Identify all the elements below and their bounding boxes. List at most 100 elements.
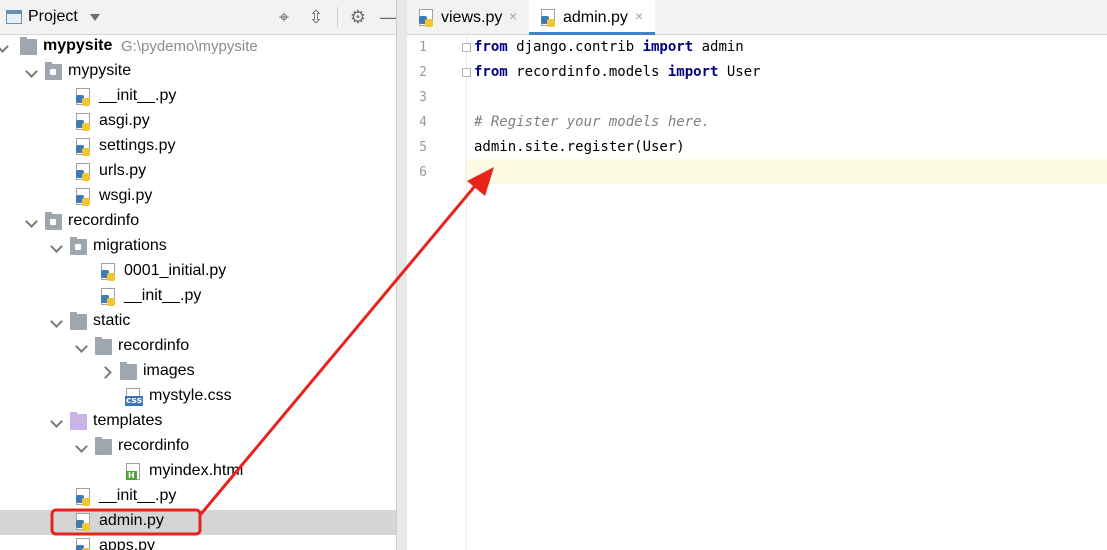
tree-item-label: apps.py <box>99 537 156 550</box>
folder-icon <box>95 437 112 455</box>
css-file-icon <box>125 388 144 406</box>
templates-folder-icon <box>70 412 87 430</box>
chevron-down-icon[interactable] <box>50 239 64 255</box>
tree-item-settings-py[interactable]: settings.py <box>0 135 396 160</box>
editor: views.py × admin.py × 1 2 3 4 5 6 from django… <box>407 0 1107 550</box>
tree-item-recordinfo[interactable]: recordinfo <box>0 435 396 460</box>
tree-item-static[interactable]: static <box>0 310 396 335</box>
panel-splitter[interactable] <box>396 0 407 550</box>
python-file-icon <box>76 188 90 206</box>
tree-item-label: mypysite <box>68 62 132 79</box>
python-file-icon <box>419 9 433 27</box>
tree-item-label: settings.py <box>99 137 176 154</box>
code-keyword: import <box>642 39 694 55</box>
code-keyword: from <box>474 64 508 80</box>
tree-item-label: migrations <box>93 237 167 254</box>
package-folder-icon <box>70 237 87 255</box>
folder-icon <box>70 312 87 330</box>
tree-item-mypysite[interactable]: mypysite <box>0 60 396 85</box>
code-line: from django.contrib import admin <box>474 35 744 60</box>
tree-item-label: asgi.py <box>99 112 150 129</box>
current-line-highlight <box>467 159 1107 184</box>
code-line: # Register your models here. <box>474 110 710 135</box>
tree-item-label: 0001_initial.py <box>124 262 227 279</box>
tree-item-urls-py[interactable]: urls.py <box>0 160 396 185</box>
tree-item-admin-py[interactable]: admin.py <box>0 510 396 535</box>
tree-item-label: images <box>143 362 195 379</box>
collapse-all-icon[interactable]: ⇳ <box>305 6 327 28</box>
editor-tab-bar: views.py × admin.py × <box>407 0 1107 35</box>
package-folder-icon <box>45 212 62 230</box>
chevron-down-icon[interactable] <box>25 214 39 230</box>
tree-item-0001-initial-py[interactable]: 0001_initial.py <box>0 260 396 285</box>
tree-item-myindex-html[interactable]: myindex.html <box>0 460 396 485</box>
minimize-icon[interactable]: — <box>378 6 396 28</box>
close-icon[interactable]: × <box>635 8 643 24</box>
tree-item-init-py[interactable]: __init__.py <box>0 85 396 110</box>
line-number: 2 <box>419 65 427 80</box>
tree-item-label: static <box>93 312 131 329</box>
tree-item-templates[interactable]: templates <box>0 410 396 435</box>
line-number: 6 <box>419 165 427 180</box>
tree-item-label: recordinfo <box>118 437 190 454</box>
tree-item-label: myindex.html <box>149 462 244 479</box>
tree-item-migrations[interactable]: migrations <box>0 235 396 260</box>
project-panel: Project ⌖ ⇳ ⚙ — mypysite G:\pydemo\mypysi… <box>0 0 396 550</box>
close-icon[interactable]: × <box>509 8 517 24</box>
line-number: 3 <box>419 90 427 105</box>
code-comment: # Register your models here. <box>474 114 711 130</box>
python-file-icon <box>76 538 90 550</box>
tree-item-label: urls.py <box>99 162 147 179</box>
line-number-gutter: 1 2 3 4 5 6 <box>407 35 471 550</box>
code-area[interactable]: from django.contrib import admin from rec… <box>467 35 1107 550</box>
tree-item-images[interactable]: images <box>0 360 396 385</box>
python-file-icon <box>76 513 90 531</box>
tree-item-label: recordinfo <box>118 337 190 354</box>
code-keyword: import <box>667 64 719 80</box>
line-number: 1 <box>419 40 427 55</box>
project-view-title[interactable]: Project <box>28 8 78 26</box>
project-path-hint: G:\pydemo\mypysite <box>121 38 258 55</box>
tree-item-apps-py[interactable]: apps.py <box>0 535 396 550</box>
tree-item-label: __init__.py <box>124 287 202 304</box>
tree-item-asgi-py[interactable]: asgi.py <box>0 110 396 135</box>
project-tree: mypysite G:\pydemo\mypysite mypysite __init… <box>0 35 396 550</box>
chevron-down-icon[interactable] <box>75 439 89 455</box>
tree-item-mypysite[interactable]: mypysite G:\pydemo\mypysite <box>0 35 396 60</box>
tree-item-recordinfo[interactable]: recordinfo <box>0 210 396 235</box>
chevron-down-icon[interactable] <box>50 414 64 430</box>
code-text: admin <box>693 39 744 55</box>
chevron-down-icon[interactable] <box>50 314 64 330</box>
locate-icon[interactable]: ⌖ <box>273 6 295 28</box>
tab-label: admin.py <box>563 9 628 26</box>
code-keyword: from <box>474 39 508 55</box>
tab-admin-py[interactable]: admin.py × <box>529 0 655 35</box>
tree-item-wsgi-py[interactable]: wsgi.py <box>0 185 396 210</box>
tree-item-recordinfo[interactable]: recordinfo <box>0 335 396 360</box>
folder-icon <box>120 362 137 380</box>
python-file-icon <box>76 163 90 181</box>
tree-item-mystyle-css[interactable]: mystyle.css <box>0 385 396 410</box>
line-number: 5 <box>419 140 427 155</box>
chevron-down-icon[interactable] <box>75 339 89 355</box>
chevron-down-icon[interactable] <box>25 64 39 80</box>
chevron-right-icon[interactable] <box>100 364 114 380</box>
code-line: admin.site.register(User) <box>474 135 685 160</box>
python-file-icon <box>101 288 115 306</box>
python-file-icon <box>76 488 90 506</box>
code-text: admin.site.register(User) <box>474 139 685 155</box>
tree-item-init-py[interactable]: __init__.py <box>0 285 396 310</box>
tree-item-init-py[interactable]: __init__.py <box>0 485 396 510</box>
tree-item-label: wsgi.py <box>99 187 153 204</box>
python-file-icon <box>101 263 115 281</box>
chevron-down-icon[interactable] <box>90 14 100 21</box>
python-file-icon <box>76 113 90 131</box>
tree-item-label: recordinfo <box>68 212 140 229</box>
code-text: recordinfo.models <box>507 64 668 80</box>
gear-icon[interactable]: ⚙ <box>347 6 369 28</box>
chevron-down-icon[interactable] <box>0 39 10 55</box>
tree-item-label: admin.py <box>99 512 164 529</box>
project-toolbar: Project ⌖ ⇳ ⚙ — <box>0 0 396 35</box>
tab-views-py[interactable]: views.py × <box>407 0 527 35</box>
code-text: django.contrib <box>507 39 643 55</box>
